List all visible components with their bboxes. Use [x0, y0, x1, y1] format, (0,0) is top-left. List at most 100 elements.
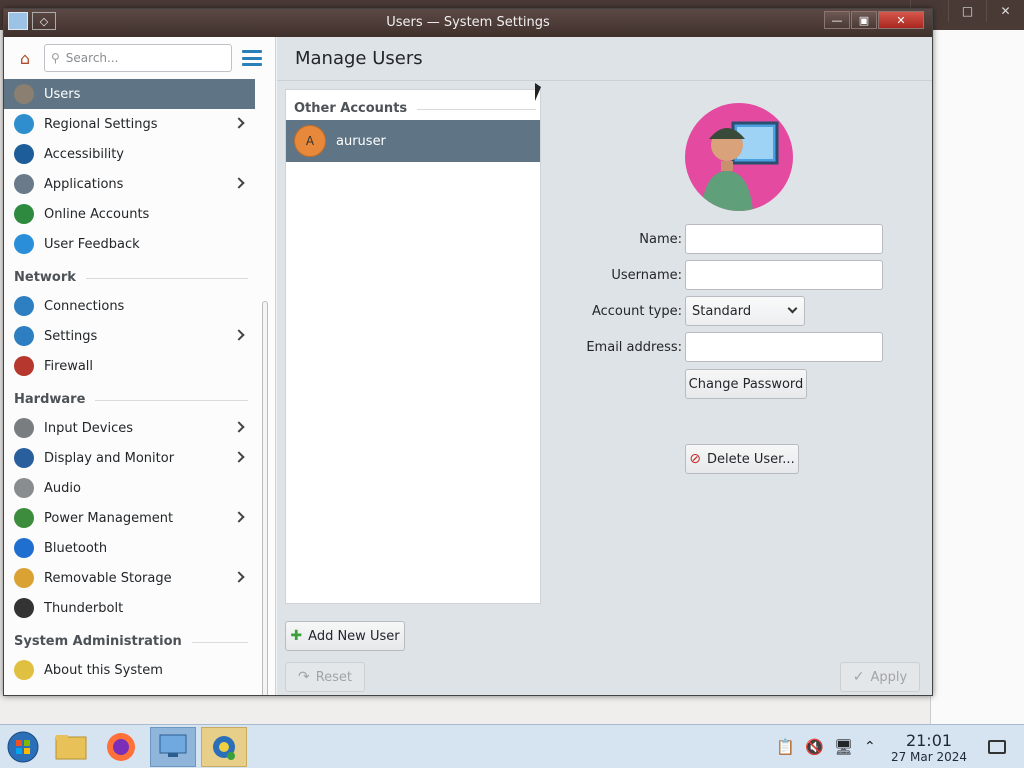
name-label: Name: [639, 232, 682, 247]
accessibility-icon [14, 144, 34, 164]
user-feedback-icon [14, 234, 34, 254]
section-network: Network [4, 259, 248, 291]
apply-button[interactable]: ✓ Apply [840, 662, 920, 692]
user-avatar: A [294, 125, 326, 157]
file-manager-icon[interactable] [48, 727, 94, 767]
sidebar-item-settings[interactable]: Settings [4, 321, 255, 351]
window-title: Users — System Settings [386, 15, 550, 30]
sidebar-item-label: User Feedback [44, 236, 140, 252]
name-field[interactable] [685, 224, 883, 254]
accounts-list: Other Accounts A auruser [285, 89, 541, 604]
sidebar-item-applications[interactable]: Applications [4, 169, 255, 199]
clipboard-icon[interactable]: 📋 [776, 725, 795, 768]
connections-icon [14, 296, 34, 316]
chevron-right-icon [233, 117, 245, 129]
chevron-right-icon [233, 451, 245, 463]
main-content: Manage Users Other Accounts A auruser Na… [277, 37, 932, 695]
sidebar-item-label: Regional Settings [44, 116, 158, 132]
sidebar-item-label: Thunderbolt [44, 600, 124, 616]
change-password-button[interactable]: Change Password [685, 369, 807, 399]
start-menu-button[interactable] [0, 727, 46, 767]
home-icon[interactable]: ⌂ [14, 47, 36, 69]
sidebar-scrollbar[interactable] [262, 301, 268, 695]
sidebar-item-removable-storage[interactable]: Removable Storage [4, 563, 255, 593]
system-settings-taskbar-icon[interactable] [150, 727, 196, 767]
sidebar-item-thunderbolt[interactable]: Thunderbolt [4, 593, 255, 623]
sidebar-item-label: Input Devices [44, 420, 134, 436]
checkmark-icon: ✓ [852, 669, 865, 685]
software-center-taskbar-icon[interactable] [201, 727, 247, 767]
taskbar: 📋 🔇 🖥 ⌃ 21:01 27 Mar 2024 [0, 724, 1024, 768]
chevron-right-icon [233, 329, 245, 341]
window-titlebar[interactable]: ◇ Users — System Settings — ▣ ✕ [4, 9, 932, 37]
sidebar-item-user-feedback[interactable]: User Feedback [4, 229, 255, 259]
section-hardware: Hardware [4, 381, 248, 413]
clock-date: 27 Mar 2024 [890, 750, 968, 764]
chevron-right-icon [233, 421, 245, 433]
sidebar-item-label: Bluetooth [44, 540, 108, 556]
username-label: Username: [611, 268, 682, 283]
power-icon [14, 508, 34, 528]
mouse-cursor [535, 83, 541, 101]
sidebar-item-label: About this System [44, 662, 163, 678]
sidebar-item-accessibility[interactable]: Accessibility [4, 139, 255, 169]
sidebar-item-firewall[interactable]: Firewall [4, 351, 255, 381]
users-icon [14, 84, 34, 104]
search-input[interactable] [65, 51, 216, 65]
close-button[interactable]: ✕ [878, 11, 924, 29]
chevron-right-icon [233, 571, 245, 583]
bg-maximize-button[interactable]: □ [948, 0, 986, 22]
email-field[interactable] [685, 332, 883, 362]
monitor-icon [14, 448, 34, 468]
speaker-icon [14, 478, 34, 498]
sidebar-item-about-this-system[interactable]: About this System [4, 655, 255, 685]
sidebar-item-online-accounts[interactable]: Online Accounts [4, 199, 255, 229]
clock[interactable]: 21:01 27 Mar 2024 [886, 731, 972, 764]
sidebar-item-label: Power Management [44, 510, 174, 526]
network-icon[interactable]: 🖥 [834, 725, 853, 768]
sidebar-item-users[interactable]: Users [4, 79, 255, 109]
firewall-icon [14, 356, 34, 376]
settings-window: ◇ Users — System Settings — ▣ ✕ ⌂ ⚲ User… [3, 8, 933, 696]
delete-user-button[interactable]: ⊘ Delete User... [685, 444, 799, 474]
reset-icon: ↷ [297, 669, 310, 685]
sidebar-item-power-management[interactable]: Power Management [4, 503, 255, 533]
account-type-value: Standard [692, 303, 752, 319]
hamburger-menu-icon[interactable] [242, 50, 262, 66]
plus-icon: ✚ [290, 628, 303, 644]
maximize-button[interactable]: ▣ [851, 11, 877, 29]
keyboard-icon [14, 418, 34, 438]
email-label: Email address: [586, 340, 682, 355]
sidebar-item-input-devices[interactable]: Input Devices [4, 413, 255, 443]
volume-muted-icon[interactable]: 🔇 [805, 725, 824, 768]
online-accounts-icon [14, 204, 34, 224]
accounts-header: Other Accounts [286, 90, 540, 120]
chevron-up-icon[interactable]: ⌃ [864, 725, 876, 768]
bluetooth-icon [14, 538, 34, 558]
reset-button[interactable]: ↷ Reset [285, 662, 365, 692]
sidebar-item-audio[interactable]: Audio [4, 473, 255, 503]
sidebar-item-label: Connections [44, 298, 125, 314]
search-box[interactable]: ⚲ [44, 44, 232, 72]
add-new-user-button[interactable]: ✚ Add New User [285, 621, 405, 651]
sidebar-item-label: Accessibility [44, 146, 124, 162]
username-field[interactable] [685, 260, 883, 290]
lightbulb-icon [14, 660, 34, 680]
firefox-icon[interactable] [98, 727, 144, 767]
account-type-label: Account type: [591, 304, 682, 319]
sidebar-item-bluetooth[interactable]: Bluetooth [4, 533, 255, 563]
delete-icon: ⊘ [689, 451, 702, 467]
sidebar-item-label: Users [44, 86, 81, 102]
sidebar-item-display-and-monitor[interactable]: Display and Monitor [4, 443, 255, 473]
user-avatar-large[interactable] [685, 103, 793, 211]
sidebar-item-label: Firewall [44, 358, 94, 374]
bg-close-button[interactable]: ✕ [986, 0, 1024, 22]
show-desktop-icon[interactable] [988, 725, 1006, 768]
list-item-user[interactable]: A auruser [286, 120, 540, 162]
account-type-select[interactable]: Standard [685, 296, 805, 326]
sidebar-item-connections[interactable]: Connections [4, 291, 255, 321]
minimize-button[interactable]: — [824, 11, 850, 29]
sidebar-item-regional-settings[interactable]: Regional Settings [4, 109, 255, 139]
sidebar-item-label: Removable Storage [44, 570, 172, 586]
sidebar-item-label: Display and Monitor [44, 450, 175, 466]
